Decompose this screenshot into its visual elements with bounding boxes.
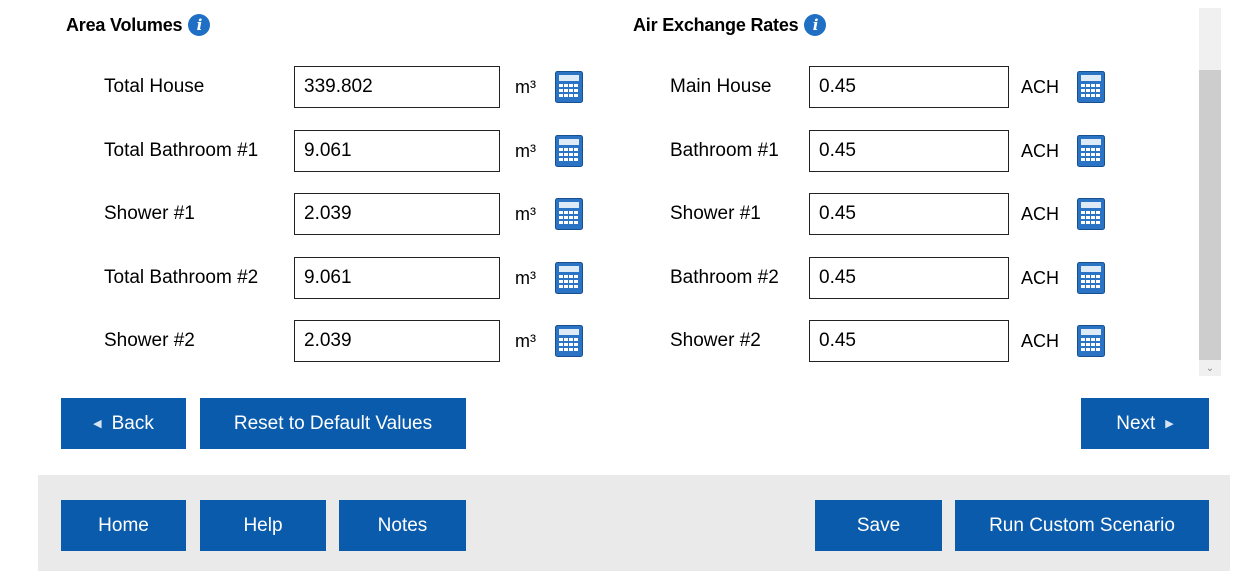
calculator-icon[interactable] (1077, 198, 1105, 230)
back-button[interactable]: ◀ Back (61, 398, 186, 449)
help-button[interactable]: Help (200, 500, 326, 551)
unit-label: m³ (515, 140, 536, 161)
calculator-icon[interactable] (555, 262, 583, 294)
calculator-icon[interactable] (555, 135, 583, 167)
row-label: Shower #2 (670, 330, 761, 351)
home-button-label: Home (98, 514, 149, 536)
row-label: Shower #2 (104, 330, 195, 351)
ach-input-bathroom-2[interactable] (809, 257, 1009, 299)
unit-label: m³ (515, 203, 536, 224)
row-label: Total House (104, 76, 205, 97)
volume-input-total-bathroom-2[interactable] (294, 257, 500, 299)
unit-label: m³ (515, 267, 536, 288)
reset-defaults-button[interactable]: Reset to Default Values (200, 398, 466, 449)
home-button[interactable]: Home (61, 500, 186, 551)
unit-label: ACH (1021, 330, 1060, 351)
info-icon[interactable]: i (804, 14, 827, 36)
row-label: Main House (670, 76, 772, 97)
next-button[interactable]: Next ▶ (1081, 398, 1209, 449)
calculator-icon[interactable] (555, 325, 583, 357)
area-volumes-title: Area Volumes i (66, 14, 211, 36)
calculator-icon[interactable] (1077, 262, 1105, 294)
row-label: Shower #1 (104, 203, 195, 224)
unit-label: ACH (1021, 203, 1060, 224)
chevron-down-icon[interactable]: ⌄ (1199, 360, 1221, 376)
unit-label: ACH (1021, 76, 1060, 97)
ach-input-bathroom-1[interactable] (809, 130, 1009, 172)
info-icon[interactable]: i (188, 14, 211, 36)
triangle-right-icon: ▶ (1165, 418, 1174, 430)
air-exchange-title-text: Air Exchange Rates (633, 14, 799, 35)
notes-button[interactable]: Notes (339, 500, 466, 551)
ach-input-shower-2[interactable] (809, 320, 1009, 362)
run-custom-scenario-label: Run Custom Scenario (989, 514, 1175, 536)
unit-label: ACH (1021, 267, 1060, 288)
area-volumes-title-text: Area Volumes (66, 14, 183, 35)
scrollbar-thumb[interactable] (1199, 70, 1221, 360)
unit-label: m³ (515, 76, 536, 97)
row-label: Bathroom #1 (670, 140, 779, 161)
save-button[interactable]: Save (815, 500, 942, 551)
back-button-label: Back (111, 412, 154, 434)
volume-input-total-bathroom-1[interactable] (294, 130, 500, 172)
calculator-icon[interactable] (555, 198, 583, 230)
row-label: Shower #1 (670, 203, 761, 224)
volume-input-total-house[interactable] (294, 66, 500, 108)
notes-button-label: Notes (377, 514, 428, 536)
run-custom-scenario-button[interactable]: Run Custom Scenario (955, 500, 1209, 551)
calculator-icon[interactable] (555, 71, 583, 103)
volume-input-shower-1[interactable] (294, 193, 500, 235)
row-label: Bathroom #2 (670, 267, 779, 288)
unit-label: ACH (1021, 140, 1060, 161)
calculator-icon[interactable] (1077, 135, 1105, 167)
unit-label: m³ (515, 330, 536, 351)
row-label: Total Bathroom #1 (104, 140, 259, 161)
reset-defaults-label: Reset to Default Values (233, 412, 433, 434)
calculator-icon[interactable] (1077, 325, 1105, 357)
row-label: Total Bathroom #2 (104, 267, 259, 288)
save-button-label: Save (856, 514, 901, 536)
volume-input-shower-2[interactable] (294, 320, 500, 362)
next-button-label: Next (1116, 412, 1156, 434)
vertical-scrollbar[interactable]: ⌄ (1199, 8, 1221, 376)
calculator-icon[interactable] (1077, 71, 1105, 103)
air-exchange-title: Air Exchange Rates i (633, 14, 827, 36)
help-button-label: Help (243, 514, 283, 536)
triangle-left-icon: ◀ (93, 418, 102, 430)
ach-input-main-house[interactable] (809, 66, 1009, 108)
ach-input-shower-1[interactable] (809, 193, 1009, 235)
